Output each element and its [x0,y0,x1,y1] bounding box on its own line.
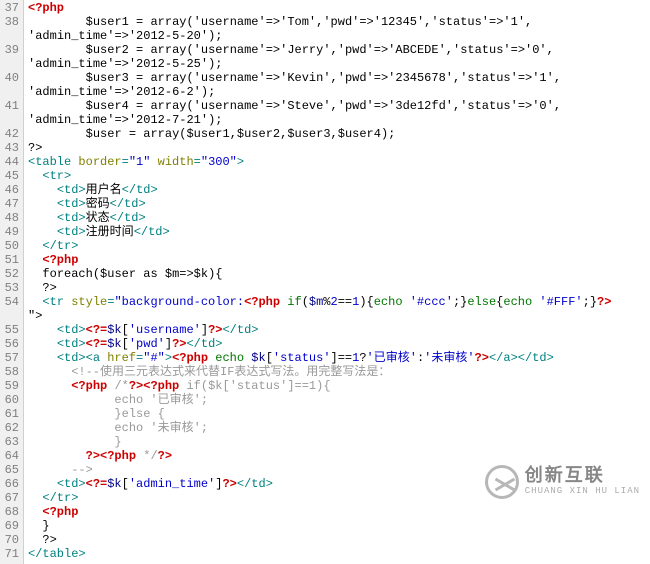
line-number: 64 [2,450,19,464]
line-number: 59 [2,380,19,394]
code-line: ?><?php */?> [28,450,646,464]
code-line: $user = array($user1,$user2,$user3,$user… [28,128,646,142]
line-number: 50 [2,240,19,254]
code-area: <?php $user1 = array('username'=>'Tom','… [24,0,650,564]
code-line: </table> [28,548,646,562]
code-line: <?php [28,506,646,520]
line-number: 66 [2,478,19,492]
code-line: <td>注册时间</td> [28,226,646,240]
line-number: 68 [2,506,19,520]
line-number: 46 [2,184,19,198]
line-number: 42 [2,128,19,142]
line-number: 41 [2,100,19,114]
code-line: <?php [28,254,646,268]
line-number: 44 [2,156,19,170]
line-number: 53 [2,282,19,296]
line-number: 52 [2,268,19,282]
code-line: echo '已审核'; [28,394,646,408]
code-line: <td>密码</td> [28,198,646,212]
code-line: ?> [28,534,646,548]
code-line: 'admin_time'=>'2012-5-25'); [28,58,646,72]
line-number: 40 [2,72,19,86]
line-number: 55 [2,324,19,338]
line-number [2,58,19,72]
code-line: <td>用户名</td> [28,184,646,198]
code-line: 'admin_time'=>'2012-6-2'); [28,86,646,100]
line-number-gutter: 3738 39 40 41 42434445464748495051525354 5556… [0,0,24,564]
code-editor: 3738 39 40 41 42434445464748495051525354 5556… [0,0,650,564]
code-line: $user3 = array('username'=>'Kevin','pwd'… [28,72,646,86]
line-number: 63 [2,436,19,450]
line-number: 62 [2,422,19,436]
code-line: <td><?=$k['username']?></td> [28,324,646,338]
line-number: 60 [2,394,19,408]
code-line: <tr> [28,170,646,184]
line-number: 56 [2,338,19,352]
code-line: ?> [28,142,646,156]
code-line: }else { [28,408,646,422]
line-number: 61 [2,408,19,422]
line-number [2,114,19,128]
code-line: $user2 = array('username'=>'Jerry','pwd'… [28,44,646,58]
code-line: <?php /*?><?php if($k['status']==1){ [28,380,646,394]
code-line: </tr> [28,492,646,506]
code-line: } [28,436,646,450]
code-line: <td><a href="#"><?php echo $k['status']=… [28,352,646,366]
code-line: <td><?=$k['pwd']?></td> [28,338,646,352]
line-number: 65 [2,464,19,478]
code-line: } [28,520,646,534]
code-line: <tr style="background-color:<?php if($m%… [28,296,646,310]
line-number: 67 [2,492,19,506]
line-number: 37 [2,2,19,16]
code-line: 'admin_time'=>'2012-5-20'); [28,30,646,44]
line-number: 49 [2,226,19,240]
line-number: 48 [2,212,19,226]
line-number [2,310,19,324]
code-line: 'admin_time'=>'2012-7-21'); [28,114,646,128]
code-line: ?> [28,282,646,296]
code-line: foreach($user as $m=>$k){ [28,268,646,282]
code-line: <!--使用三元表达式来代替IF表达式写法。用完整写法是： [28,366,646,380]
line-number: 71 [2,548,19,562]
code-line: <td><?=$k['admin_time']?></td> [28,478,646,492]
code-line: echo '未审核'; [28,422,646,436]
line-number [2,86,19,100]
code-line: <table border="1" width="300"> [28,156,646,170]
code-line: $user4 = array('username'=>'Steve','pwd'… [28,100,646,114]
code-line: "> [28,310,646,324]
code-line: <td>状态</td> [28,212,646,226]
line-number [2,30,19,44]
code-line: $user1 = array('username'=>'Tom','pwd'=>… [28,16,646,30]
line-number: 38 [2,16,19,30]
line-number: 54 [2,296,19,310]
line-number: 58 [2,366,19,380]
line-number: 47 [2,198,19,212]
code-line: --> [28,464,646,478]
code-line: </tr> [28,240,646,254]
line-number: 45 [2,170,19,184]
line-number: 51 [2,254,19,268]
line-number: 57 [2,352,19,366]
line-number: 70 [2,534,19,548]
line-number: 39 [2,44,19,58]
line-number: 43 [2,142,19,156]
line-number: 69 [2,520,19,534]
code-line: <?php [28,2,646,16]
